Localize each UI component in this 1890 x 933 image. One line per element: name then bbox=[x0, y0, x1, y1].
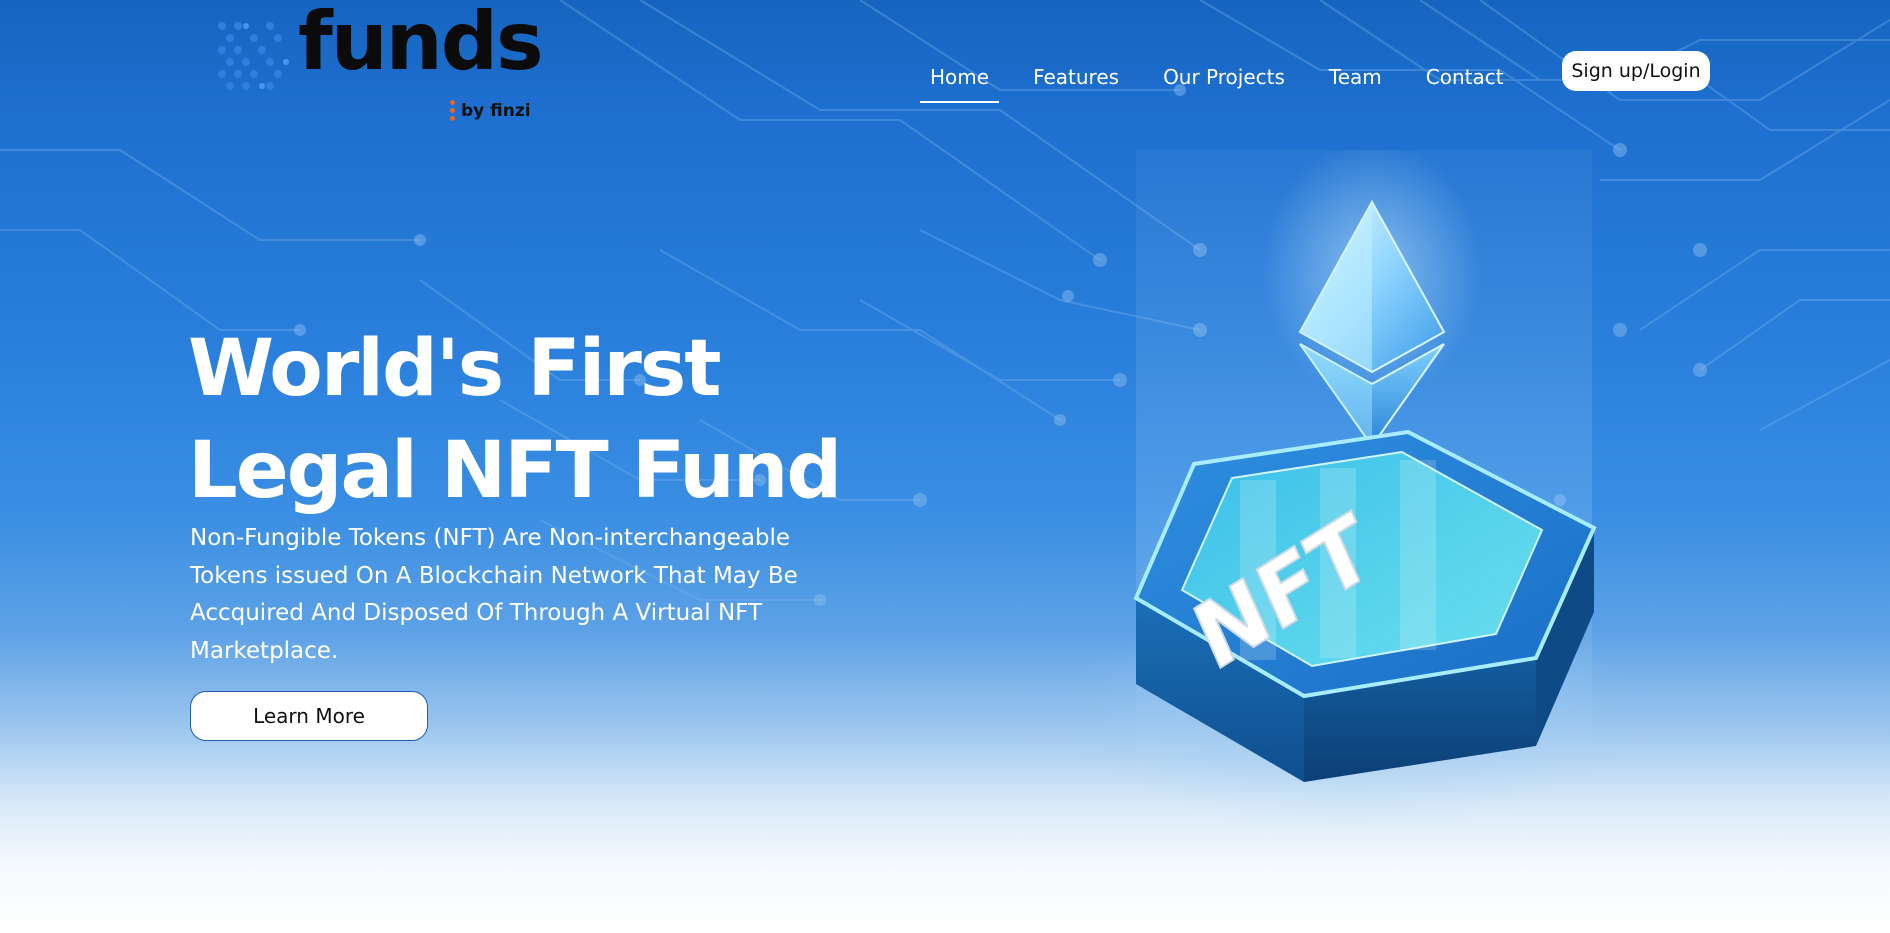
learn-more-button[interactable]: Learn More bbox=[190, 691, 428, 741]
brand-logo[interactable]: funds by finzi bbox=[216, 2, 546, 128]
signup-login-button[interactable]: Sign up/Login bbox=[1562, 51, 1710, 91]
main-nav: Home Features Our Projects Team Contact bbox=[919, 58, 1548, 103]
brand-sub-dots-icon bbox=[450, 100, 455, 121]
nav-our-projects[interactable]: Our Projects bbox=[1163, 65, 1285, 103]
nav-team[interactable]: Team bbox=[1329, 65, 1382, 103]
nav-contact[interactable]: Contact bbox=[1426, 65, 1504, 103]
hero-headline-line1: World's First bbox=[188, 324, 722, 414]
brand-sub-text: by finzi bbox=[461, 100, 531, 121]
hero-section: funds by finzi Home Features Our Project… bbox=[0, 0, 1890, 933]
brand-subtitle: by finzi bbox=[450, 100, 531, 121]
brand-name: funds bbox=[298, 0, 544, 88]
hero-headline: World's First Legal NFT Fund bbox=[188, 318, 888, 522]
nav-home[interactable]: Home bbox=[919, 65, 1000, 103]
logo-dots-icon bbox=[218, 22, 289, 90]
nav-features[interactable]: Features bbox=[1033, 65, 1119, 103]
hero-headline-line2: Legal NFT Fund bbox=[188, 426, 842, 516]
nft-illustration: NFT bbox=[1060, 150, 1640, 830]
hero-description: Non-Fungible Tokens (NFT) Are Non-interc… bbox=[190, 525, 798, 664]
